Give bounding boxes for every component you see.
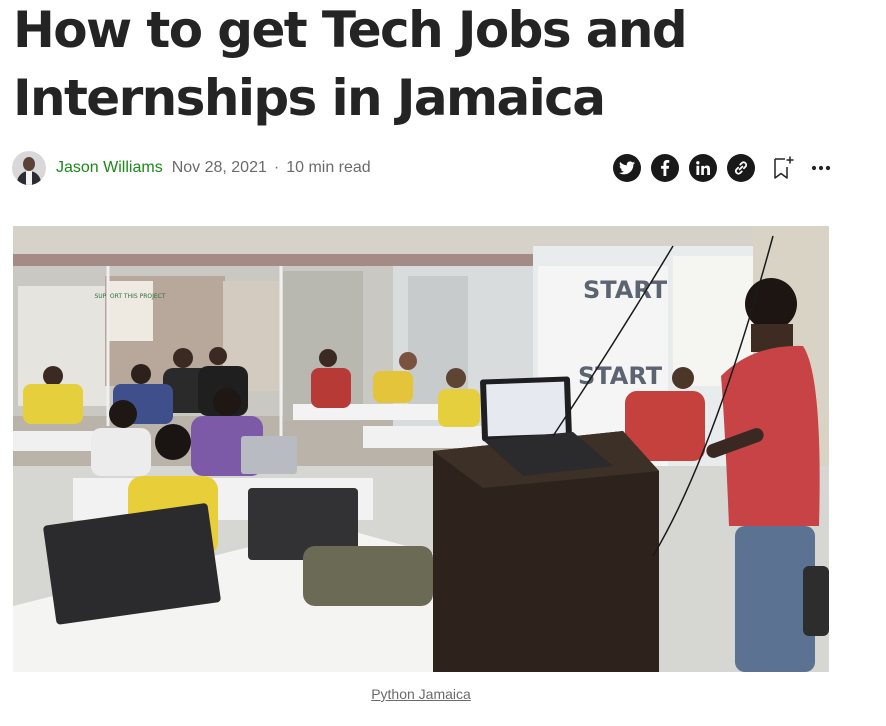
wall-sign-text: SUPPORT THIS PROJECT [94,293,165,300]
article-title: How to get Tech Jobs and Internships in … [13,1,688,127]
author-avatar[interactable] [12,151,46,185]
image-caption: Python Jamaica [13,686,829,702]
meta-separator: · [273,159,280,176]
author-name-link[interactable]: Jason Williams [56,159,163,177]
caption-link[interactable]: Python Jamaica [371,686,471,702]
byline: Jason Williams Nov 28, 2021 · 10 min rea… [12,150,371,186]
bookmark-add-icon[interactable] [771,155,795,181]
banner-start-text-2: START [578,362,663,390]
banner-start-text: START [583,276,668,304]
share-toolbar [613,153,831,183]
read-time: 10 min read [286,159,371,176]
article-hero-image: SUPPORT THIS PROJECT START START [13,226,829,672]
twitter-icon[interactable] [613,154,641,182]
link-icon[interactable] [727,154,755,182]
facebook-icon[interactable] [651,154,679,182]
linkedin-icon[interactable] [689,154,717,182]
more-icon[interactable] [811,165,831,171]
publish-date: Nov 28, 2021 [171,159,267,176]
